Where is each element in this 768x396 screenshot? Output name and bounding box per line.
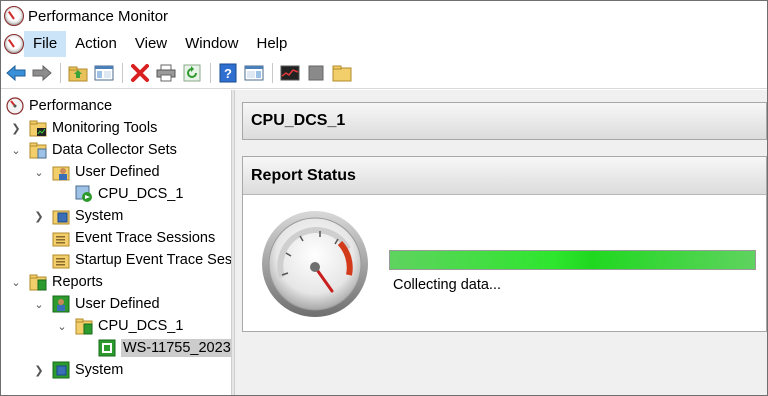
menu-action[interactable]: Action	[66, 31, 126, 57]
menu-window[interactable]: Window	[176, 31, 247, 57]
tree-item-reports-cpu-dcs-1[interactable]: ⌄ CPU_DCS_1	[55, 315, 183, 337]
report-status-header: Report Status	[243, 157, 766, 195]
stop-icon[interactable]	[305, 62, 327, 84]
tree-item-data-collector-sets[interactable]: ⌄ Data Collector Sets	[9, 139, 177, 161]
tree-item-label: CPU_DCS_1	[98, 318, 184, 334]
svg-text:?: ?	[224, 66, 232, 81]
tree-item-label: WS-11755_20230	[121, 339, 231, 357]
tree-item-label: System	[75, 208, 124, 224]
tree-item-cpu-dcs-1[interactable]: CPU_DCS_1	[75, 183, 183, 205]
tree-item-label: User Defined	[75, 164, 160, 180]
reports-folder-icon	[29, 273, 47, 291]
performance-icon	[6, 97, 24, 115]
user-defined-folder-icon	[52, 163, 70, 181]
up-folder-icon[interactable]	[67, 62, 89, 84]
tree-item-startup-event-trace-sessions[interactable]: Startup Event Trace Sessions	[52, 249, 231, 271]
event-trace-sessions-icon	[52, 229, 70, 247]
tree-item-report-ws-11755[interactable]: WS-11755_20230	[98, 337, 231, 359]
chevron-down-icon[interactable]: ⌄	[32, 165, 46, 179]
startup-event-trace-sessions-icon	[52, 251, 70, 269]
tree-item-label: CPU_DCS_1	[98, 186, 184, 202]
refresh-icon[interactable]	[181, 62, 203, 84]
collection-progress-bar	[389, 250, 756, 270]
chevron-down-icon[interactable]: ⌄	[9, 143, 23, 157]
report-status-title: Report Status	[251, 166, 356, 184]
menu-bar: File Action View Window Help	[1, 31, 767, 57]
tree-item-label: Data Collector Sets	[52, 142, 177, 158]
delete-icon[interactable]	[129, 62, 151, 84]
toolbar: ?	[1, 57, 767, 89]
chevron-right-icon[interactable]: ❯	[32, 209, 46, 223]
monitoring-tools-folder-icon	[29, 119, 47, 137]
toolbar-separator	[210, 62, 211, 83]
tree-item-label: Event Trace Sessions	[75, 230, 216, 246]
system-folder-icon	[52, 207, 70, 225]
report-icon	[98, 339, 116, 357]
performance-monitor-app-icon	[4, 6, 24, 26]
menu-view[interactable]: View	[126, 31, 176, 57]
tree-item-label: Startup Event Trace Sessions	[75, 252, 231, 268]
tree-item-label: Performance	[29, 98, 113, 114]
tree-item-reports[interactable]: ⌄ Reports	[9, 271, 103, 293]
window-title: Performance Monitor	[28, 7, 169, 25]
folder-icon[interactable]	[331, 62, 353, 84]
forward-arrow-icon[interactable]	[31, 62, 53, 84]
report-pane: CPU_DCS_1 Report Status Collecting data.…	[235, 90, 767, 395]
performance-chart-icon[interactable]	[279, 62, 301, 84]
tree-item-reports-system[interactable]: ❯ System	[32, 359, 123, 381]
navigation-tree: Performance ❯ Monitoring Tools ⌄ Data Co…	[1, 90, 231, 395]
tree-item-event-trace-sessions[interactable]: Event Trace Sessions	[52, 227, 215, 249]
system-reports-icon	[52, 361, 70, 379]
tree-item-monitoring-tools[interactable]: ❯ Monitoring Tools	[9, 117, 157, 139]
show-hide-tree-icon[interactable]	[93, 62, 115, 84]
report-status-panel: Report Status Collecting data...	[242, 156, 767, 332]
user-defined-reports-icon	[52, 295, 70, 313]
toolbar-separator	[272, 62, 273, 83]
system-menu-icon[interactable]	[4, 34, 24, 54]
title-bar: Performance Monitor	[1, 1, 767, 31]
gauge-icon	[260, 209, 370, 319]
tree-item-label: User Defined	[75, 296, 160, 312]
data-collector-sets-folder-icon	[29, 141, 47, 159]
tree-item-label: System	[75, 362, 124, 378]
chevron-right-icon[interactable]: ❯	[9, 121, 23, 135]
chevron-right-icon[interactable]: ❯	[32, 363, 46, 377]
tree-item-reports-user-defined[interactable]: ⌄ User Defined	[32, 293, 160, 315]
chevron-down-icon[interactable]: ⌄	[55, 319, 69, 333]
help-icon[interactable]: ?	[217, 62, 239, 84]
menu-help[interactable]: Help	[247, 31, 296, 57]
performance-monitor-window: Performance Monitor File Action View Win…	[0, 0, 768, 396]
report-folder-icon	[75, 317, 93, 335]
tree-item-label: Reports	[52, 274, 103, 290]
print-icon[interactable]	[155, 62, 177, 84]
properties-pane-icon[interactable]	[243, 62, 265, 84]
menu-file[interactable]: File	[24, 31, 67, 57]
back-arrow-icon[interactable]	[5, 62, 27, 84]
data-collector-set-icon	[75, 185, 93, 203]
toolbar-separator	[60, 62, 61, 83]
tree-item-performance[interactable]: Performance	[6, 95, 112, 117]
report-title: CPU_DCS_1	[251, 112, 346, 129]
tree-item-system[interactable]: ❯ System	[32, 205, 123, 227]
chevron-down-icon[interactable]: ⌄	[9, 275, 23, 289]
progress-fill	[390, 251, 755, 269]
tree-item-label: Monitoring Tools	[52, 120, 158, 136]
report-header: CPU_DCS_1	[242, 102, 767, 140]
chevron-down-icon[interactable]: ⌄	[32, 297, 46, 311]
toolbar-separator	[122, 62, 123, 83]
tree-item-user-defined[interactable]: ⌄ User Defined	[32, 161, 160, 183]
status-text: Collecting data...	[393, 277, 502, 293]
